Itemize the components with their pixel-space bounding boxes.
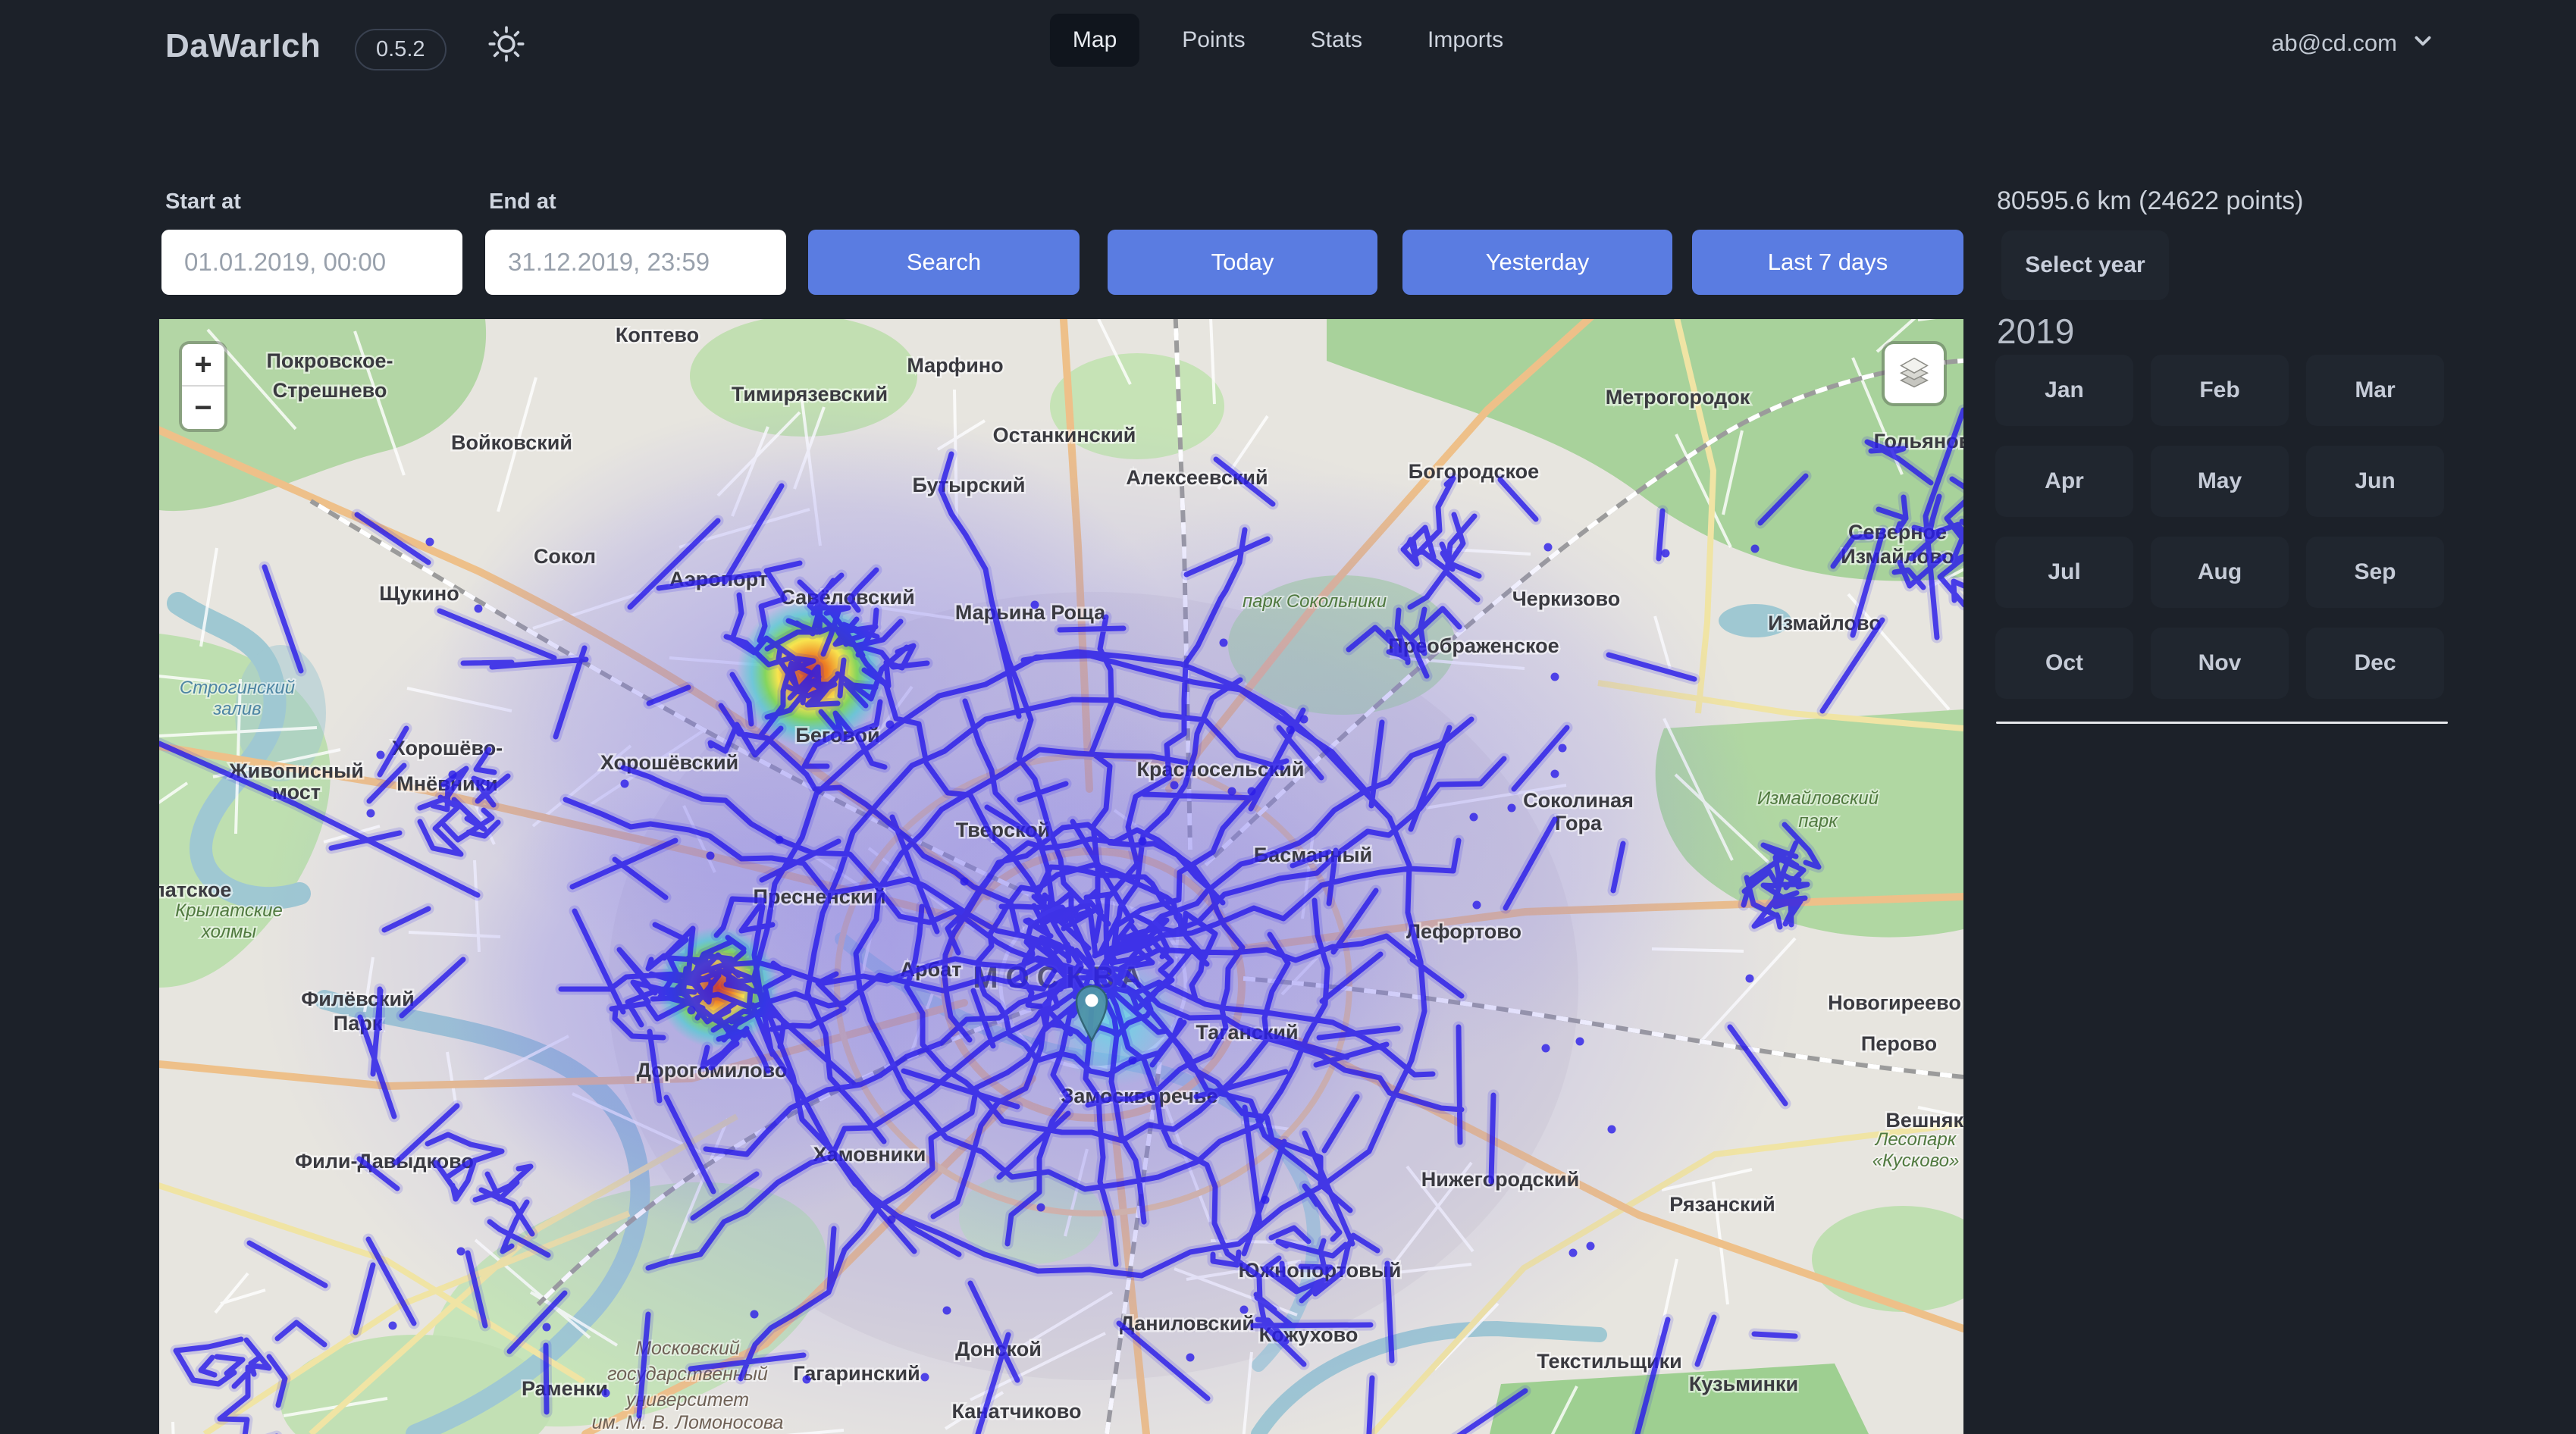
svg-text:Лесопарк: Лесопарк	[1874, 1129, 1957, 1150]
theme-toggle-button[interactable]	[487, 26, 526, 65]
svg-text:Гора: Гора	[1555, 812, 1603, 834]
svg-text:Щукино: Щукино	[379, 582, 459, 605]
svg-text:Крылатские: Крылатские	[175, 900, 283, 921]
month-button-sep[interactable]: Sep	[2306, 537, 2444, 608]
svg-text:Черкизово: Черкизово	[1512, 587, 1621, 610]
end-date-input[interactable]	[485, 230, 786, 295]
svg-text:парк: парк	[1798, 811, 1838, 831]
month-grid: Jan Feb Mar Apr May Jun Jul Aug Sep Oct …	[1995, 355, 2444, 699]
svg-text:Останкинский: Останкинский	[993, 424, 1136, 446]
svg-text:Строгинский: Строгинский	[180, 678, 295, 698]
tab-stats[interactable]: Stats	[1288, 14, 1385, 67]
layers-control[interactable]	[1885, 344, 1944, 403]
month-button-may[interactable]: May	[2151, 446, 2289, 517]
app-logo: DaWarIch	[165, 27, 321, 65]
svg-text:Войковский: Войковский	[451, 431, 572, 454]
last-7-days-button[interactable]: Last 7 days	[1692, 230, 1963, 295]
distance-summary: 80595.6 km (24622 points)	[1997, 186, 2303, 216]
zoom-control: + −	[182, 344, 224, 429]
month-button-mar[interactable]: Mar	[2306, 355, 2444, 426]
svg-text:Кузьминки: Кузьминки	[1689, 1373, 1798, 1395]
svg-text:Перово: Перово	[1861, 1032, 1937, 1055]
month-button-jun[interactable]: Jun	[2306, 446, 2444, 517]
month-button-aug[interactable]: Aug	[2151, 537, 2289, 608]
tab-map[interactable]: Map	[1050, 14, 1139, 67]
search-button[interactable]: Search	[808, 230, 1080, 295]
svg-text:им. М. В. Ломоносова: им. М. В. Ломоносова	[592, 1412, 784, 1433]
month-button-jan[interactable]: Jan	[1995, 355, 2133, 426]
svg-text:Даниловский: Даниловский	[1120, 1312, 1255, 1335]
year-heading: 2019	[1997, 311, 2074, 352]
select-year-button[interactable]: Select year	[2001, 230, 2169, 300]
svg-text:Покровское-: Покровское-	[267, 349, 393, 372]
month-button-feb[interactable]: Feb	[2151, 355, 2289, 426]
svg-text:Сокол: Сокол	[534, 545, 596, 568]
map[interactable]: Покровское- Стрешнево Коптево Тимирязевский…	[159, 319, 1963, 1434]
svg-text:Филёвский: Филёвский	[301, 988, 414, 1010]
yesterday-button[interactable]: Yesterday	[1402, 230, 1672, 295]
svg-text:Метрогородок: Метрогородок	[1606, 386, 1750, 409]
month-button-oct[interactable]: Oct	[1995, 628, 2133, 699]
svg-text:Вешняки: Вешняки	[1885, 1109, 1963, 1132]
svg-text:Гагаринский: Гагаринский	[793, 1362, 920, 1385]
svg-text:Рязанский: Рязанский	[1669, 1193, 1775, 1216]
start-at-label: Start at	[165, 189, 241, 214]
user-menu[interactable]: ab@cd.com	[2271, 29, 2435, 57]
svg-text:парк Сокольники: парк Сокольники	[1243, 591, 1387, 612]
svg-text:Соколиная: Соколиная	[1523, 789, 1634, 812]
sun-icon	[487, 24, 526, 67]
svg-text:Богородское: Богородское	[1409, 460, 1539, 483]
sidebar-divider	[1996, 722, 2448, 724]
svg-text:Коптево: Коптево	[616, 324, 699, 346]
month-button-dec[interactable]: Dec	[2306, 628, 2444, 699]
start-date-input[interactable]	[161, 230, 462, 295]
zoom-in-button[interactable]: +	[182, 344, 224, 387]
zoom-out-button[interactable]: −	[182, 387, 224, 429]
user-email: ab@cd.com	[2271, 30, 2397, 57]
svg-text:Канатчиково: Канатчиково	[951, 1400, 1081, 1423]
end-at-label: End at	[489, 189, 556, 214]
svg-text:Измайловский: Измайловский	[1757, 788, 1879, 809]
today-button[interactable]: Today	[1108, 230, 1377, 295]
svg-text:Стрешнево: Стрешнево	[273, 379, 387, 402]
tab-points[interactable]: Points	[1159, 14, 1268, 67]
svg-text:Лефортово: Лефортово	[1406, 920, 1521, 943]
chevron-down-icon	[2411, 29, 2435, 57]
svg-text:Раменки: Раменки	[522, 1377, 608, 1400]
svg-text:Марфино: Марфино	[907, 354, 1003, 377]
month-button-jul[interactable]: Jul	[1995, 537, 2133, 608]
svg-text:Тимирязевский: Тимирязевский	[732, 383, 888, 405]
month-button-apr[interactable]: Apr	[1995, 446, 2133, 517]
svg-text:Нижегородский: Нижегородский	[1421, 1168, 1579, 1191]
layers-icon	[1894, 352, 1934, 396]
tab-imports[interactable]: Imports	[1405, 14, 1526, 67]
svg-text:«Кусково»: «Кусково»	[1872, 1151, 1960, 1171]
svg-text:Крылатское: Крылатское	[159, 878, 231, 901]
month-button-nov[interactable]: Nov	[2151, 628, 2289, 699]
svg-text:Марьина Роща: Марьина Роща	[955, 601, 1106, 624]
svg-text:Новогиреево: Новогиреево	[1828, 991, 1961, 1014]
svg-text:залив: залив	[212, 699, 261, 719]
main-nav-tabs: Map Points Stats Imports	[1050, 14, 1526, 67]
version-badge: 0.5.2	[355, 29, 447, 70]
svg-text:холмы: холмы	[201, 922, 257, 942]
svg-text:Бутырский: Бутырский	[913, 474, 1026, 496]
